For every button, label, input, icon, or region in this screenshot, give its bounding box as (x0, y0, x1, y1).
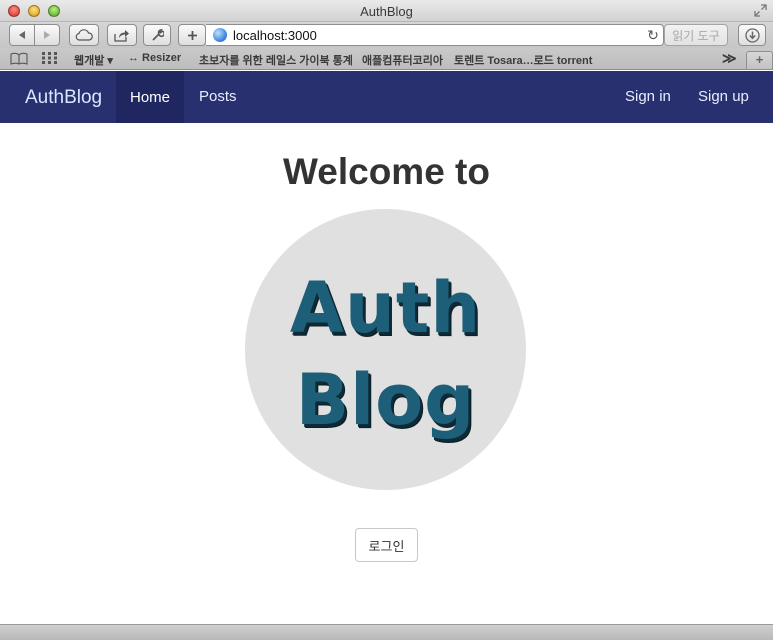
tools-button[interactable] (143, 24, 171, 46)
site-navbar: AuthBlog Home Posts Sign in Sign up (0, 71, 773, 123)
url-text[interactable]: localhost:3000 (233, 28, 643, 43)
back-forward-buttons (9, 24, 60, 46)
browser-toolbar: localhost:3000 ↻ 읽기 도구 (0, 22, 773, 48)
bookmark-item[interactable]: 웹개발 ▾ (74, 52, 113, 68)
plus-icon (187, 30, 197, 40)
window-bottom-bar (0, 624, 773, 640)
globe-icon (213, 28, 227, 42)
bookmark-item[interactable]: 애플컴퓨터코리아 (362, 52, 443, 68)
window-titlebar: AuthBlog (0, 0, 773, 22)
nav-sign-in-link[interactable]: Sign in (625, 88, 671, 105)
logo-line-auth: Auth (289, 267, 482, 349)
share-button[interactable] (107, 24, 137, 46)
reader-button[interactable]: 읽기 도구 (664, 24, 728, 46)
download-icon (744, 27, 760, 43)
wrench-icon (151, 28, 164, 41)
address-bar[interactable]: localhost:3000 ↻ (206, 24, 664, 46)
fullscreen-icon[interactable] (754, 4, 767, 17)
nav-home-link[interactable]: Home (116, 71, 184, 123)
back-arrow-icon (19, 31, 25, 39)
forward-button[interactable] (34, 25, 59, 45)
forward-arrow-icon (44, 31, 50, 39)
share-icon (114, 29, 129, 42)
window-title: AuthBlog (360, 4, 413, 19)
icloud-tabs-button[interactable] (69, 24, 99, 46)
logo-line-blog: Blog (295, 359, 476, 441)
bookmark-item[interactable]: ↔ Resizer (128, 52, 181, 64)
bookmark-item[interactable]: 토렌트 Tosara…로드 torrent (454, 52, 592, 68)
page-heading: Welcome to (283, 151, 490, 192)
new-tab-button[interactable]: + (746, 51, 773, 69)
authblog-logo: Auth Blog (245, 209, 526, 490)
nav-posts-link[interactable]: Posts (199, 88, 237, 105)
bookmark-item[interactable]: 초보자를 위한 레일스 가이북 통계 (199, 52, 353, 68)
add-bookmark-button[interactable] (178, 24, 206, 46)
bookmarks-bar: 웹개발 ▾ ↔ Resizer 초보자를 위한 레일스 가이북 통계 애플컴퓨터… (0, 48, 773, 70)
brand-link[interactable]: AuthBlog (25, 87, 102, 109)
back-button[interactable] (10, 25, 34, 45)
nav-sign-up-link[interactable]: Sign up (698, 88, 749, 105)
downloads-button[interactable] (738, 24, 766, 46)
bookmarks-overflow-button[interactable]: ≫ (722, 50, 737, 67)
cloud-icon (75, 29, 93, 41)
reload-icon[interactable]: ↻ (643, 27, 663, 44)
top-sites-grid-icon[interactable] (42, 52, 57, 64)
reading-list-icon[interactable] (10, 52, 28, 65)
login-button[interactable]: 로그인 (355, 528, 418, 562)
